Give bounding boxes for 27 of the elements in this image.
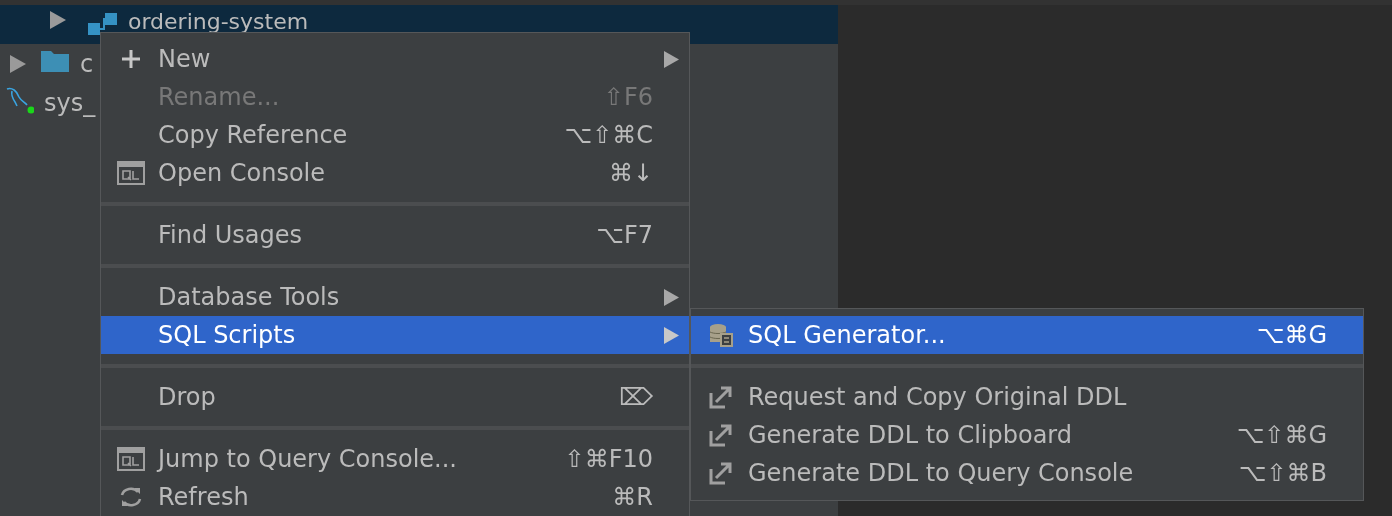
menu-item-label: SQL Generator... — [748, 321, 947, 349]
menu-item-label: Drop — [158, 383, 217, 411]
shortcut-label: ⌦ — [619, 383, 653, 411]
shortcut-label: ⇧⌘F10 — [564, 445, 653, 473]
tree-label: sys_ — [44, 88, 96, 117]
shortcut-label: ⇧F6 — [603, 83, 653, 111]
menu-item-label: Find Usages — [158, 221, 304, 249]
shortcut-label: ⌥⇧⌘C — [564, 121, 653, 149]
tree-label: ordering-system — [128, 11, 309, 33]
menu-item-label: Rename... — [158, 83, 281, 111]
menu-item-label: Generate DDL to Query Console — [748, 459, 1135, 487]
menu-item-label: Jump to Query Console... — [158, 445, 458, 473]
menu-item-label: Generate DDL to Clipboard — [748, 421, 1074, 449]
shortcut-label: ⌘↓ — [608, 159, 653, 187]
menu-item-label: SQL Scripts — [158, 321, 297, 349]
shortcut-label: ⌥⌘G — [1256, 321, 1327, 349]
shortcut-label: ⌥F7 — [596, 221, 653, 249]
shortcut-label: ⌥⇧⌘G — [1236, 421, 1327, 449]
menu-item-label: Refresh — [158, 483, 250, 511]
menu-item-label: Open Console — [158, 159, 326, 187]
menu-item-label: Database Tools — [158, 283, 341, 311]
menu-item-label: New — [158, 45, 212, 73]
shortcut-label: ⌘R — [612, 483, 653, 511]
menu-item-label: Request and Copy Original DDL — [748, 383, 1128, 411]
shortcut-label: ⌥⇧⌘B — [1238, 459, 1327, 487]
menu-item-label: Copy Reference — [158, 121, 349, 149]
tree-label: c — [80, 49, 94, 78]
